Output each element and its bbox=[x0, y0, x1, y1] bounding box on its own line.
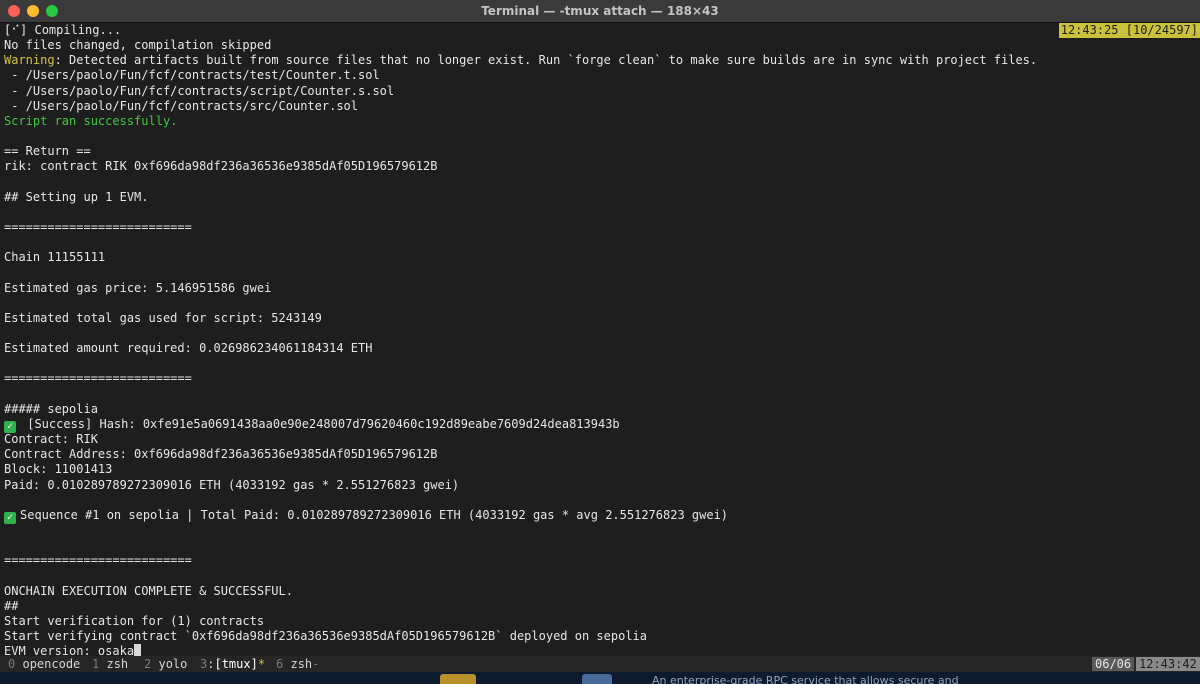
background-logo-shape bbox=[582, 674, 612, 684]
output-line: == Return == bbox=[4, 144, 91, 159]
output-line: Paid: 0.010289789272309016 ETH (4033192 … bbox=[4, 477, 460, 492]
output-line-prompt[interactable]: EVM version: osaka bbox=[4, 644, 142, 656]
output-line: Contract: RIK bbox=[4, 432, 98, 447]
output-line: ## Setting up 1 EVM. bbox=[4, 189, 149, 204]
output-line: Contract Address: 0xf696da98df236a36536e… bbox=[4, 447, 438, 462]
output-line: - /Users/paolo/Fun/fcf/contracts/script/… bbox=[4, 83, 395, 98]
tmux-window-yolo[interactable]: 2 yolo bbox=[144, 656, 187, 672]
output-line: ## bbox=[4, 598, 19, 613]
output-line-success-hash: ✓ [Success] Hash: 0xfe91e5a0691438aa0e90… bbox=[4, 416, 620, 433]
output-line: Chain 11155111 bbox=[4, 250, 106, 265]
terminal-output[interactable]: 12:43:25 [10/24597] [⠊] Compiling... No … bbox=[0, 23, 1200, 656]
output-line: - /Users/paolo/Fun/fcf/contracts/src/Cou… bbox=[4, 98, 359, 113]
background-window-strip: An enterprise-grade RPC service that all… bbox=[0, 672, 1200, 684]
output-line-separator: ========================== bbox=[4, 219, 192, 234]
output-line: Start verifying contract `0xf696da98df23… bbox=[4, 629, 647, 643]
text-cursor bbox=[134, 644, 142, 656]
output-line-sequence: ✓ Sequence #1 on sepolia | Total Paid: 0.… bbox=[4, 507, 729, 524]
sequence-text: Sequence #1 on sepolia | Total Paid: 0.0… bbox=[20, 507, 729, 522]
output-line: Estimated total gas used for script: 524… bbox=[4, 310, 322, 325]
output-line: - /Users/paolo/Fun/fcf/contracts/test/Co… bbox=[4, 68, 380, 83]
output-line: ##### sepolia bbox=[4, 401, 98, 416]
status-time: 12:43:42 bbox=[1136, 657, 1200, 671]
output-line-separator: ========================== bbox=[4, 371, 192, 386]
output-line: rik: contract RIK 0xf696da98df236a36536e… bbox=[4, 159, 438, 174]
tmux-window-opencode[interactable]: 0 opencode bbox=[8, 656, 80, 672]
output-line: Block: 11001413 bbox=[4, 462, 113, 477]
terminal-window: Terminal — -tmux attach — 188×43 12:43:2… bbox=[0, 0, 1200, 684]
window-title: Terminal — -tmux attach — 188×43 bbox=[481, 4, 719, 18]
output-line: [⠊] Compiling... bbox=[4, 23, 122, 37]
warning-label: Warning bbox=[4, 53, 55, 68]
status-date: 06/06 bbox=[1092, 657, 1135, 671]
output-line: No files changed, compilation skipped bbox=[4, 38, 272, 53]
output-line: ONCHAIN EXECUTION COMPLETE & SUCCESSFUL. bbox=[4, 583, 293, 598]
title-bar[interactable]: Terminal — -tmux attach — 188×43 bbox=[0, 0, 1200, 23]
tmux-clock: 12:43:25 [10/24597] bbox=[1058, 23, 1200, 38]
output-line: Estimated amount required: 0.02698623406… bbox=[4, 341, 373, 356]
output-line-warning: Warning: Detected artifacts built from s… bbox=[4, 53, 1037, 68]
output-line: Start verification for (1) contracts bbox=[4, 613, 265, 628]
background-window-text: An enterprise-grade RPC service that all… bbox=[652, 674, 959, 684]
prompt-text: EVM version: osaka bbox=[4, 644, 135, 656]
warning-text: : Detected artifacts built from source f… bbox=[54, 53, 1038, 68]
tmux-window-zsh-last[interactable]: 6 zsh- bbox=[276, 656, 319, 672]
output-line-separator: ========================== bbox=[4, 553, 192, 568]
check-icon: ✓ bbox=[4, 511, 16, 524]
output-line-success: Script ran successfully. bbox=[4, 113, 178, 128]
success-hash-text: [Success] Hash: 0xfe91e5a0691438aa0e90e2… bbox=[20, 416, 620, 431]
background-logo-shape bbox=[440, 674, 476, 684]
tmux-status-bar: 0 opencode 1 zsh 2 yolo 3:[tmux]* 6 zsh-… bbox=[0, 656, 1200, 672]
output-line: Estimated gas price: 5.146951586 gwei bbox=[4, 280, 272, 295]
tmux-window-zsh[interactable]: 1 zsh bbox=[92, 656, 128, 672]
tmux-window-tmux-active[interactable]: 3:[tmux]* bbox=[200, 656, 265, 672]
